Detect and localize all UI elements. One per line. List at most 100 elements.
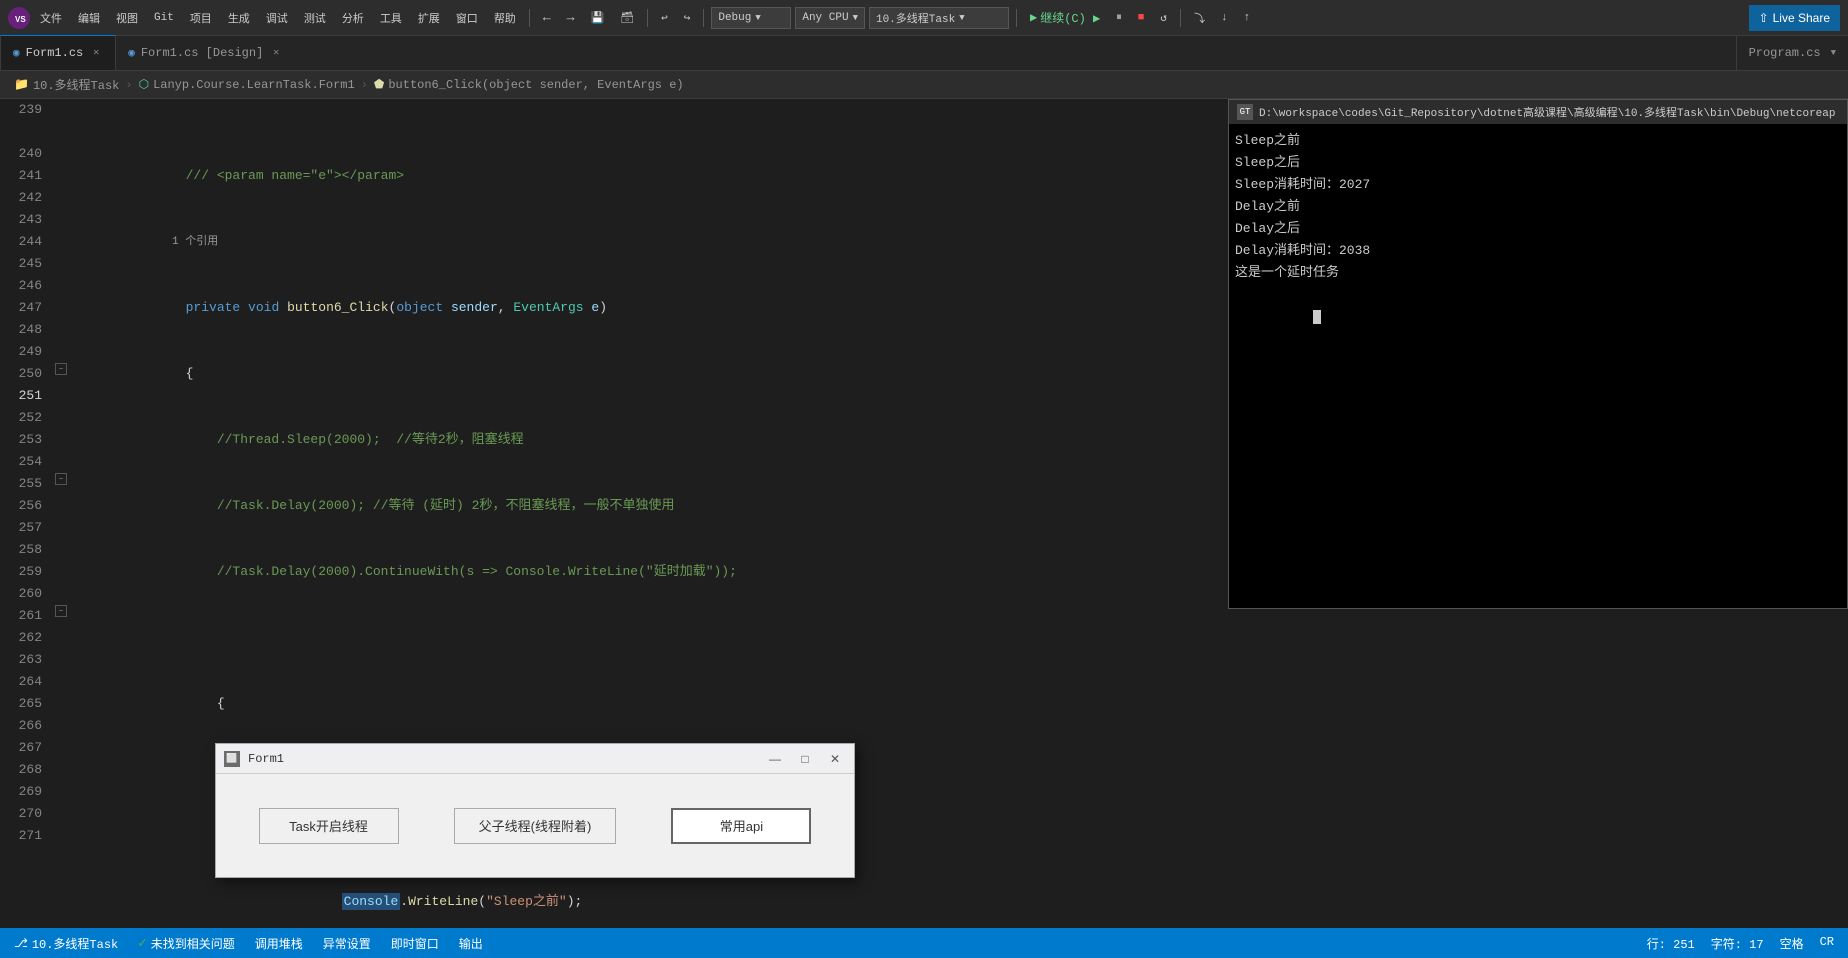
step-out-btn[interactable]: ↑ <box>1238 7 1257 29</box>
menu-test[interactable]: 测试 <box>298 7 332 29</box>
status-space: 空格 <box>1776 935 1808 952</box>
menu-build[interactable]: 生成 <box>222 7 256 29</box>
line-numbers: 239 240 241 242 243 244 245 246 247 248 … <box>0 99 52 928</box>
menu-tools[interactable]: 工具 <box>374 7 408 29</box>
status-callstack[interactable]: 调用堆栈 <box>251 928 307 958</box>
step-into-btn[interactable]: ↓ <box>1215 7 1234 29</box>
task-start-button[interactable]: Task开启线程 <box>259 808 399 844</box>
menu-git[interactable]: Git <box>148 7 180 29</box>
fwd-btn[interactable]: → <box>561 7 581 29</box>
console-title-text: D:\workspace\codes\Git_Repository\dotnet… <box>1259 104 1839 120</box>
ln-263: 263 <box>0 649 42 671</box>
undo-btn[interactable]: ↩ <box>655 7 674 29</box>
tab-form1design-close[interactable]: ✕ <box>269 46 283 60</box>
cpu-combo[interactable]: Any CPU ▼ <box>795 7 865 29</box>
step-over-btn[interactable]: ⤵ <box>1188 7 1211 29</box>
toolbar-separator-1 <box>529 9 530 27</box>
window-icon: ⬜ <box>226 754 237 764</box>
branch-icon: ⎇ <box>14 936 28 951</box>
ln-264: 264 <box>0 671 42 693</box>
status-space-label: 空格 <box>1780 935 1804 952</box>
status-no-issues[interactable]: ✓ 未找到相关问题 <box>134 928 238 958</box>
live-share-button[interactable]: ⇧ Live Share <box>1749 5 1840 31</box>
svg-text:VS: VS <box>15 15 26 24</box>
menu-edit[interactable]: 编辑 <box>72 7 106 29</box>
redo-btn[interactable]: ↪ <box>678 7 697 29</box>
console-line-4: Delay之前 <box>1235 196 1841 218</box>
toolbar: VS 文件 编辑 视图 Git 项目 生成 调试 测试 分析 工具 扩展 窗口 … <box>0 0 1848 36</box>
back-btn[interactable]: ← <box>537 7 557 29</box>
tab-program-cs[interactable]: Program.cs ▼ <box>1736 35 1848 70</box>
console-line-cursor <box>1235 284 1841 350</box>
tab-form1cs-label: Form1.cs <box>26 46 84 60</box>
code-line-249: Console.WriteLine("Sleep之前"); <box>92 891 1848 913</box>
breadcrumb-method[interactable]: ⬟ button6_Click(object sender, EventArgs… <box>370 77 688 92</box>
stop-btn[interactable]: ■ <box>1132 7 1151 29</box>
tab-program-cs-label: Program.cs <box>1749 46 1821 60</box>
ln-251: 251 <box>0 385 42 407</box>
menu-window[interactable]: 窗口 <box>450 7 484 29</box>
chevron-down-icon: ▼ <box>755 13 760 23</box>
status-immediate[interactable]: 即时窗口 <box>387 928 443 958</box>
common-api-button[interactable]: 常用api <box>671 808 811 844</box>
status-exceptions[interactable]: 异常设置 <box>319 928 375 958</box>
breadcrumb-sep-2: › <box>359 78 370 92</box>
ln-257: 257 <box>0 517 42 539</box>
console-icon: GT <box>1237 104 1253 120</box>
ln-250: 250 <box>0 363 42 385</box>
close-btn[interactable]: ✕ <box>824 748 846 770</box>
code-text-241: { <box>92 363 193 385</box>
console-line-3: Sleep消耗时间：2027 <box>1235 174 1841 196</box>
menu-analyze[interactable]: 分析 <box>336 7 370 29</box>
ln-240: 240 <box>0 143 42 165</box>
restart-btn[interactable]: ↺ <box>1154 7 1173 29</box>
ln-260: 260 <box>0 583 42 605</box>
continue-btn[interactable]: ▶ 继续(C) ▶ <box>1024 7 1106 29</box>
child-thread-button[interactable]: 父子线程(线程附着) <box>454 808 617 844</box>
chevron-down-icon-3: ▼ <box>959 13 964 23</box>
breadcrumb-project[interactable]: 📁 10.多线程Task <box>10 76 123 93</box>
maximize-btn[interactable]: □ <box>794 748 816 770</box>
project-icon: 📁 <box>14 77 29 92</box>
tab-form1design[interactable]: ◉ Form1.cs [Design] ✕ <box>116 35 295 70</box>
console-titlebar: GT D:\workspace\codes\Git_Repository\dot… <box>1229 100 1847 124</box>
console-line-7: 这是一个延时任务 <box>1235 262 1841 284</box>
tabs-row: ◉ Form1.cs ✕ ◉ Form1.cs [Design] ✕ Progr… <box>0 36 1848 71</box>
tab-form1design-label: Form1.cs [Design] <box>141 46 263 60</box>
menu-file[interactable]: 文件 <box>34 7 68 29</box>
ln-242: 242 <box>0 187 42 209</box>
ln-255: 255 <box>0 473 42 495</box>
fold-246[interactable]: − <box>55 363 67 375</box>
pause-btn[interactable]: ⏸ <box>1110 7 1128 29</box>
fold-256[interactable]: − <box>55 473 67 485</box>
form-titlebar: ⬜ Form1 — □ ✕ <box>216 744 854 774</box>
debug-mode-combo[interactable]: Debug ▼ <box>711 7 791 29</box>
save-all-btn[interactable]: 🗃 <box>614 7 640 29</box>
minimize-btn[interactable]: — <box>764 748 786 770</box>
ln-243: 243 <box>0 209 42 231</box>
ln-246: 246 <box>0 275 42 297</box>
menu-extensions[interactable]: 扩展 <box>412 7 446 29</box>
fold-261[interactable]: − <box>55 605 67 617</box>
menu-view[interactable]: 视图 <box>110 7 144 29</box>
ln-259: 259 <box>0 561 42 583</box>
save-btn[interactable]: 💾 <box>584 7 610 29</box>
console-window: GT D:\workspace\codes\Git_Repository\dot… <box>1228 99 1848 609</box>
menu-help[interactable]: 帮助 <box>488 7 522 29</box>
breadcrumb-sep-1: › <box>123 78 134 92</box>
status-output[interactable]: 输出 <box>455 928 487 958</box>
ln-256: 256 <box>0 495 42 517</box>
code-line-245 <box>92 627 1848 649</box>
breadcrumb-class[interactable]: ⬡ Lanyp.Course.LearnTask.Form1 <box>135 77 359 92</box>
status-branch[interactable]: ⎇ 10.多线程Task <box>10 928 122 958</box>
status-line: 行: 251 <box>1643 935 1699 952</box>
menu-project[interactable]: 项目 <box>184 7 218 29</box>
tab-form1cs-close[interactable]: ✕ <box>89 46 103 60</box>
status-output-label: 输出 <box>459 935 483 952</box>
console-line-5: Delay之后 <box>1235 218 1841 240</box>
status-cr: CR <box>1816 935 1838 949</box>
task-combo[interactable]: 10.多线程Task ▼ <box>869 7 1009 29</box>
ref-count: 1 个引用 <box>92 231 218 253</box>
tab-form1cs[interactable]: ◉ Form1.cs ✕ <box>0 35 116 70</box>
menu-debug[interactable]: 调试 <box>260 7 294 29</box>
